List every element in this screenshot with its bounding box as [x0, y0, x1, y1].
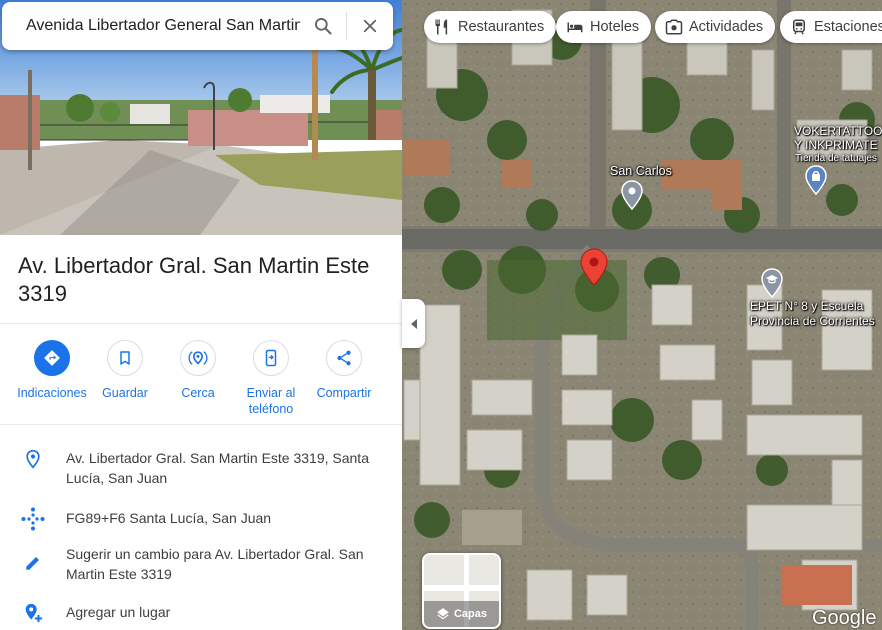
map-label-vokertattoo-category: Tienda de tatuajes: [795, 153, 877, 164]
map-label-epet-line2[interactable]: Provincia de Corrientes: [750, 314, 875, 328]
chevron-left-icon: [409, 318, 419, 330]
camera-icon: [665, 18, 683, 36]
directions-label: Indicaciones: [17, 386, 87, 400]
save-label: Guardar: [102, 386, 148, 400]
selected-location-pin[interactable]: [580, 248, 608, 286]
place-header: Av. Libertador Gral. San Martin Este 331…: [0, 235, 402, 324]
nearby-label: Cerca: [181, 386, 215, 400]
search-icon: [313, 16, 333, 36]
send-to-phone-icon: [253, 340, 289, 376]
chip-activities[interactable]: Actividades: [655, 11, 776, 43]
layers-icon: [436, 607, 450, 621]
action-buttons: Indicaciones Guardar Cerca Enviar al tel…: [0, 325, 402, 425]
restaurant-icon: [434, 18, 452, 36]
layers-label: Capas: [453, 608, 488, 620]
share-icon: [326, 340, 362, 376]
layers-button[interactable]: Capas: [422, 553, 501, 629]
address-text: Av. Libertador Gral. San Martin Este 331…: [66, 450, 369, 486]
search-input[interactable]: Avenida Libertador General San Martin: [2, 17, 300, 35]
map-label-vokertattoo-line2[interactable]: Y INKPRIMATE: [794, 138, 878, 152]
directions-button[interactable]: Indicaciones: [14, 340, 90, 401]
share-button[interactable]: Compartir: [306, 340, 382, 401]
save-button[interactable]: Guardar: [87, 340, 163, 401]
chip-label: Restaurantes: [458, 19, 545, 35]
add-place-row[interactable]: Agregar un lugar: [0, 602, 402, 624]
add-place-text: Agregar un lugar: [66, 604, 171, 620]
hotel-icon: [566, 18, 584, 36]
directions-icon: [34, 340, 70, 376]
add-location-icon: [0, 602, 66, 624]
location-pin-icon: [0, 448, 66, 488]
map-label-san-carlos[interactable]: San Carlos: [610, 164, 672, 178]
plus-code-row[interactable]: FG89+F6 Santa Lucía, San Juan: [0, 506, 402, 532]
share-label: Compartir: [316, 386, 372, 400]
send-to-phone-label: Enviar al teléfono: [246, 386, 296, 416]
nearby-button[interactable]: Cerca: [160, 340, 236, 401]
maps-app: San Carlos VOKERTATTOO Y INKPRIMATE Tien…: [0, 0, 882, 630]
search-box[interactable]: Avenida Libertador General San Martin: [2, 2, 393, 50]
close-icon: [361, 17, 379, 35]
chip-label: Actividades: [689, 19, 764, 35]
send-to-phone-button[interactable]: Enviar al teléfono: [233, 340, 309, 417]
map-label-epet-line1[interactable]: EPET N° 8 y Escuela: [750, 299, 863, 313]
chip-hotels[interactable]: Hoteles: [556, 11, 652, 43]
chip-restaurants[interactable]: Restaurantes: [424, 11, 557, 43]
plus-code-icon: [0, 506, 66, 532]
suggest-edit-text: Sugerir un cambio para Av. Libertador Gr…: [66, 546, 364, 582]
place-title: Av. Libertador Gral. San Martin Este 331…: [18, 253, 370, 306]
poi-pin-school[interactable]: [761, 268, 783, 298]
layers-label-wrap: Capas: [424, 607, 499, 621]
poi-pin-vokertattoo[interactable]: [805, 165, 827, 195]
chip-label: Hoteles: [590, 19, 640, 35]
google-logo: Google: [812, 607, 877, 629]
address-row[interactable]: Av. Libertador Gral. San Martin Este 331…: [0, 448, 402, 488]
search-button[interactable]: [300, 2, 346, 50]
suggest-edit-row[interactable]: Sugerir un cambio para Av. Libertador Gr…: [0, 544, 402, 584]
nearby-icon: [180, 340, 216, 376]
plus-code-text: FG89+F6 Santa Lucía, San Juan: [66, 510, 272, 526]
place-panel: Avenida Libertador General San Martin Av…: [0, 0, 402, 630]
bookmark-icon: [107, 340, 143, 376]
chip-label: Estaciones: [814, 19, 882, 35]
transit-icon: [790, 18, 808, 36]
map-label-vokertattoo-line1[interactable]: VOKERTATTOO: [794, 124, 882, 138]
collapse-panel-button[interactable]: [402, 299, 425, 348]
edit-pencil-icon: [0, 544, 66, 584]
chip-stations[interactable]: Estaciones: [780, 11, 882, 43]
poi-pin-san-carlos[interactable]: [621, 180, 643, 210]
close-button[interactable]: [347, 2, 393, 50]
